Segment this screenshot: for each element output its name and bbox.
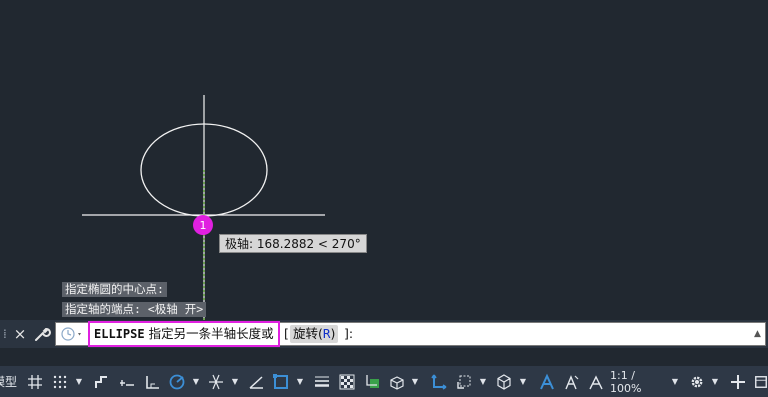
lineweight-icon[interactable] (311, 366, 333, 397)
drawing-canvas[interactable]: 1 (0, 0, 768, 320)
polar-tooltip: 极轴: 168.2882 < 270° (219, 234, 367, 253)
dynamic-input-icon[interactable] (116, 366, 138, 397)
gear-icon[interactable] (686, 366, 708, 397)
option-key-close: ) (330, 326, 336, 341)
infer-constraints-icon[interactable] (90, 366, 112, 397)
recent-commands-icon[interactable] (60, 326, 84, 342)
navigation-cube-icon[interactable] (493, 366, 515, 397)
annotation-visibility-icon[interactable] (536, 366, 558, 397)
transparency-icon[interactable] (336, 366, 358, 397)
customize-icon[interactable] (754, 366, 768, 397)
current-command-prompt: ELLIPSE 指定另一条半轴长度或 (88, 321, 280, 347)
snap-marker-label: 1 (200, 219, 207, 232)
wrench-icon[interactable] (33, 324, 51, 344)
ortho-icon[interactable] (141, 366, 163, 397)
grid-icon[interactable] (24, 366, 46, 397)
object-snap-tracking-icon[interactable] (245, 366, 267, 397)
status-bar: 模型 ▼ ▼ ▼ ▼ ▼ ▼ ▼ 1:1 / 100% ▼ ▼ (0, 366, 768, 397)
command-history-line: 指定轴的端点: <极轴 开> (62, 302, 207, 317)
polar-tracking-icon[interactable] (166, 366, 188, 397)
chevron-down-icon[interactable]: ▼ (74, 366, 84, 397)
annotation-scale-icon[interactable] (585, 366, 607, 397)
chevron-down-icon[interactable]: ▼ (478, 366, 488, 397)
command-prompt-text: 指定另一条半轴长度或 (148, 326, 274, 341)
ucs-icon[interactable] (428, 366, 450, 397)
rotate-option[interactable]: 旋转(R) (290, 325, 339, 343)
plus-icon[interactable] (727, 366, 749, 397)
scale-label: 1:1 / 100% (610, 368, 642, 395)
chevron-down-icon[interactable]: ▼ (518, 366, 528, 397)
model-tab-label: 模型 (0, 375, 18, 389)
object-snap-icon[interactable] (270, 366, 292, 397)
rotate-option-label: 旋转 (293, 326, 319, 341)
chevron-down-icon[interactable]: ▼ (191, 366, 201, 397)
command-history-line: 指定椭圆的中心点: (62, 282, 167, 297)
chevron-down-icon[interactable]: ▼ (670, 366, 680, 397)
selection-cycling-icon[interactable] (362, 366, 384, 397)
option-bracket-close: ]: (344, 326, 354, 341)
close-icon[interactable]: × (12, 324, 28, 344)
chevron-down-icon[interactable]: ▼ (230, 366, 240, 397)
model-tab[interactable]: 模型 (0, 366, 20, 397)
isodraft-icon[interactable] (205, 366, 227, 397)
command-line-bar: ⁞ × ELLIPSE 指定另一条半轴长度或 [ 旋转(R) ]: ▲ (0, 320, 768, 348)
command-name: ELLIPSE (94, 327, 145, 341)
chevron-down-icon[interactable]: ▼ (410, 366, 420, 397)
scale-selector[interactable]: 1:1 / 100% (610, 366, 668, 397)
option-bracket-open: [ (284, 326, 289, 341)
grip-icon[interactable]: ⁞ (3, 326, 9, 342)
3d-object-snap-icon[interactable] (386, 366, 408, 397)
snap-marker: 1 (193, 215, 213, 235)
gizmo-icon[interactable] (453, 366, 475, 397)
auto-scale-icon[interactable] (561, 366, 583, 397)
chevron-down-icon[interactable]: ▼ (710, 366, 720, 397)
snap-mode-icon[interactable] (49, 366, 71, 397)
command-input[interactable]: ELLIPSE 指定另一条半轴长度或 [ 旋转(R) ]: ▲ (55, 321, 766, 347)
chevron-down-icon[interactable]: ▼ (295, 366, 305, 397)
history-toggle-icon[interactable]: ▲ (754, 327, 762, 341)
